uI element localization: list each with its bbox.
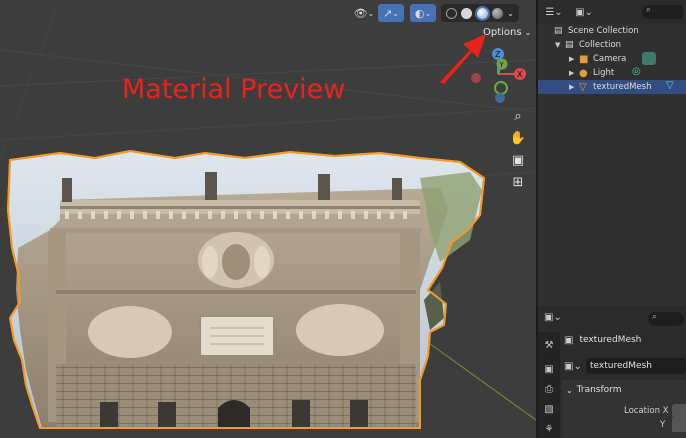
- display-mode-icon[interactable]: ☰⌄: [544, 5, 564, 19]
- x-axis-label: X: [517, 70, 523, 79]
- gizmo-arrow-icon: ↗: [383, 6, 393, 20]
- light-data-icon[interactable]: ◎: [632, 66, 641, 77]
- location-x-field[interactable]: [672, 404, 686, 418]
- magnifier-icon: ⌕: [514, 108, 522, 124]
- collection-icon: ▤: [565, 40, 574, 50]
- outliner-item-light[interactable]: ▶ ● Light ◎: [538, 66, 686, 80]
- properties-header: ▣⌄ ⌕: [538, 308, 686, 330]
- shading-dropdown-icon[interactable]: ⌄: [507, 9, 514, 18]
- expand-arrow-icon[interactable]: ▼: [555, 41, 563, 49]
- arch-door: [218, 400, 250, 428]
- camera-object-icon: ■: [579, 53, 589, 65]
- object-name-header: ▣ texturedMesh: [564, 332, 641, 348]
- render-icon: ▣: [544, 363, 554, 375]
- overlays-icon: ◐: [414, 6, 425, 20]
- object-name-value: texturedMesh: [590, 361, 652, 371]
- annotation-label: Material Preview: [122, 74, 346, 105]
- outliner-panel: ☰⌄ ▣⌄ ⌕ ▤ Scene Collection ▼ ▤ Collectio…: [538, 0, 686, 306]
- wrench-icon: ⚒: [544, 339, 554, 351]
- light-object-icon: ●: [579, 67, 588, 79]
- transform-title: Transform: [576, 385, 622, 395]
- properties-search-input[interactable]: ⌕: [648, 312, 684, 326]
- object-icon: ▣: [564, 334, 574, 346]
- material-preview-shading-button[interactable]: [474, 5, 490, 21]
- chevron-down-icon: ⌄: [566, 385, 573, 395]
- mesh-data-icon[interactable]: ▽: [666, 80, 674, 91]
- grid-icon: ⊞: [512, 174, 524, 190]
- visibility-filter-button[interactable]: 👁 ⌄: [352, 4, 376, 22]
- outliner-item-label: texturedMesh: [593, 82, 652, 92]
- scene-collection-icon: ▤: [554, 26, 563, 36]
- outliner-item-texturedmesh[interactable]: ▶ ▽ texturedMesh ▽: [538, 80, 686, 94]
- outliner-item-camera[interactable]: ▶ ■ Camera: [538, 52, 686, 66]
- pan-tool[interactable]: ✋: [506, 128, 530, 148]
- gizmo-toggle-button[interactable]: ↗ ⌄: [378, 4, 404, 22]
- neg-x-axis-handle: [471, 73, 481, 83]
- expand-arrow-icon[interactable]: ▶: [569, 55, 577, 63]
- object-name-label: texturedMesh: [579, 335, 642, 345]
- coat-of-arms: [198, 232, 274, 288]
- object-type-dropdown[interactable]: ▣⌄: [564, 361, 586, 372]
- shading-mode-group: ⌄: [441, 4, 519, 22]
- outliner-item-collection[interactable]: ▼ ▤ Collection: [538, 38, 686, 52]
- output-tab[interactable]: ⎙: [541, 382, 557, 396]
- outliner-item-label: Light: [593, 68, 615, 78]
- overlays-button[interactable]: ◐ ⌄: [410, 4, 436, 22]
- outliner-header: ☰⌄ ▣⌄ ⌕: [538, 0, 686, 24]
- outliner-item-scene-collection[interactable]: ▤ Scene Collection: [538, 24, 686, 38]
- options-dropdown[interactable]: Options ⌄: [483, 24, 531, 40]
- chevron-down-icon: ⌄: [524, 27, 532, 37]
- render-tab[interactable]: ▣: [541, 362, 557, 376]
- object-name-field[interactable]: texturedMesh: [586, 358, 686, 374]
- mesh-object-icon: ▽: [579, 81, 587, 93]
- blender-window: 👁 ⌄ ↗ ⌄ ◐ ⌄ ⌄ Options ⌄ Material Preview…: [0, 0, 686, 438]
- neg-z-axis-handle: [495, 93, 505, 103]
- search-icon: ⌕: [652, 312, 658, 322]
- z-axis-label: Z: [495, 50, 501, 59]
- scene-tab[interactable]: ⚘: [541, 422, 557, 436]
- y-axis-label: Y: [499, 61, 505, 69]
- wireframe-shading-button[interactable]: [446, 7, 458, 19]
- scene-icon: ⚘: [544, 423, 554, 435]
- neg-y-axis-handle: [494, 81, 508, 95]
- object-name-row: ▣⌄ texturedMesh: [564, 358, 686, 374]
- expand-arrow-icon[interactable]: ▶: [569, 69, 577, 77]
- hand-icon: ✋: [509, 130, 527, 146]
- eye-pointer-icon: 👁: [353, 6, 368, 20]
- camera-icon: ▣: [511, 152, 525, 168]
- editor-type-icon[interactable]: ▣⌄: [544, 312, 562, 323]
- 3d-viewport[interactable]: 👁 ⌄ ↗ ⌄ ◐ ⌄ ⌄ Options ⌄ Material Preview…: [0, 0, 536, 438]
- viewport-header: 👁 ⌄ ↗ ⌄ ◐ ⌄ ⌄: [0, 0, 536, 26]
- solid-shading-button[interactable]: [461, 7, 473, 19]
- tool-tab[interactable]: ⚒: [541, 338, 557, 352]
- properties-tabs: ⚒ ▣ ⎙ ▧ ⚘: [538, 332, 560, 438]
- outliner-item-label: Camera: [593, 54, 627, 64]
- properties-panel: ▣⌄ ⌕ ⚒ ▣ ⎙ ▧ ⚘ ▣ texturedMesh ▣⌄ texture…: [538, 308, 686, 438]
- expand-arrow-icon[interactable]: ▶: [569, 83, 577, 91]
- view-layer-tab[interactable]: ▧: [541, 402, 557, 416]
- filter-icon[interactable]: ▣⌄: [574, 5, 594, 19]
- perspective-toggle-tool[interactable]: ⊞: [506, 172, 530, 192]
- navigation-gizmo[interactable]: Z Y X: [462, 42, 534, 104]
- search-icon: ⌕: [646, 5, 652, 15]
- image-icon: ▧: [544, 403, 554, 415]
- location-y-label: Y: [660, 420, 666, 430]
- camera-data-icon[interactable]: [642, 52, 656, 65]
- printer-icon: ⎙: [545, 383, 553, 395]
- rendered-shading-button[interactable]: [491, 7, 503, 19]
- transform-panel-header[interactable]: ⌄ Transform: [566, 383, 621, 397]
- outliner-item-label: Collection: [579, 40, 622, 50]
- location-x-label: Location X: [624, 406, 669, 416]
- transform-panel: ⌄ Transform Location X Y: [562, 380, 686, 438]
- camera-view-tool[interactable]: ▣: [506, 150, 530, 170]
- outliner-item-label: Scene Collection: [568, 26, 639, 36]
- outliner-search-input[interactable]: ⌕: [642, 5, 684, 19]
- zoom-tool[interactable]: ⌕: [506, 106, 530, 126]
- location-y-field[interactable]: [672, 418, 686, 432]
